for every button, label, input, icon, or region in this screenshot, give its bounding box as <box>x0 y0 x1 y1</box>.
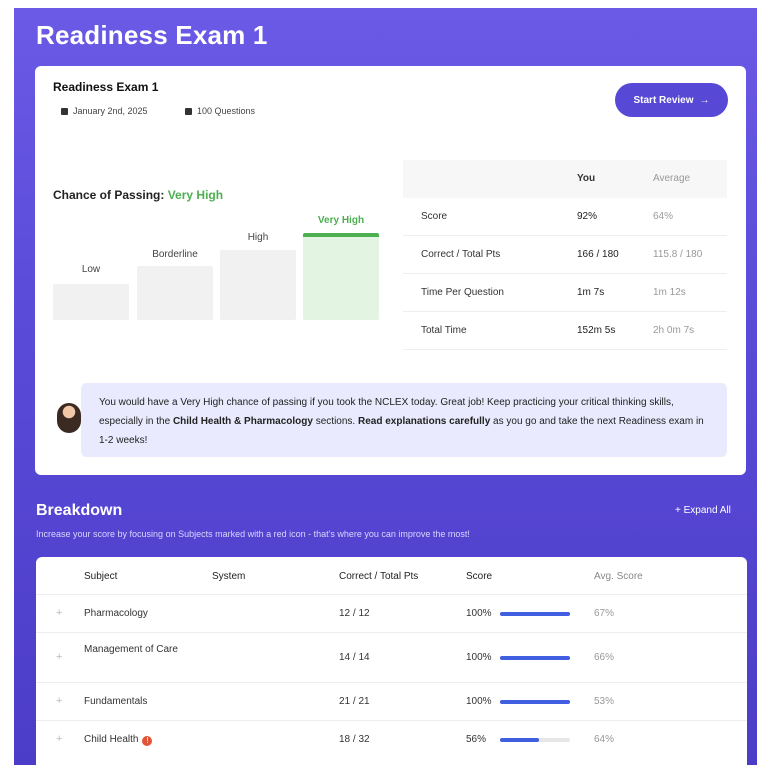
subject-cell: Management of Care <box>84 644 178 655</box>
avg-score-cell: 64% <box>594 734 615 745</box>
col-avg-score: Avg. Score <box>594 571 643 582</box>
score-cell: 100% <box>466 608 492 619</box>
stats-row-correct: Correct / Total Pts 166 / 180 115.8 / 18… <box>403 236 727 274</box>
alert-icon: ! <box>142 736 153 746</box>
chance-value: Very High <box>167 188 224 202</box>
expand-row-icon[interactable]: + <box>56 651 62 663</box>
coach-tip-message: You would have a Very High chance of pas… <box>81 383 727 457</box>
stats-header: You Average <box>403 160 727 198</box>
breakdown-subtitle: Increase your score by focusing on Subje… <box>36 529 470 539</box>
correct-cell: 12 / 12 <box>339 608 370 619</box>
col-correct: Correct / Total Pts <box>339 571 419 582</box>
subject-cell: Child Health! <box>84 734 153 746</box>
table-row[interactable]: + Child Health! 18 / 32 56% 64% <box>36 721 747 759</box>
start-review-label: Start Review <box>633 94 694 106</box>
expand-row-icon[interactable]: + <box>56 733 62 745</box>
avg-score-cell: 66% <box>594 652 615 663</box>
stats-you: 92% <box>577 211 598 222</box>
level-label-borderline: Borderline <box>152 249 198 260</box>
stats-label: Correct / Total Pts <box>421 249 501 260</box>
exam-date: January 2nd, 2025 <box>61 106 148 116</box>
stats-header-you: You <box>577 173 596 184</box>
stats-row-total-time: Total Time 152m 5s 2h 0m 7s <box>403 312 727 350</box>
score-cell: 100% <box>466 696 492 707</box>
avg-score-cell: 67% <box>594 608 615 619</box>
avg-score-cell: 53% <box>594 696 615 707</box>
score-progress-bar <box>500 700 570 704</box>
score-cell: 56% <box>466 734 487 745</box>
correct-cell: 14 / 14 <box>339 652 370 663</box>
stats-you: 166 / 180 <box>577 249 619 260</box>
table-row[interactable]: + Pharmacology 12 / 12 100% 67% <box>36 595 747 633</box>
level-label-very-high: Very High <box>317 215 365 226</box>
breakdown-table: Subject System Correct / Total Pts Score… <box>36 557 747 765</box>
tip-bold-subjects: Child Health & Pharmacology <box>172 416 313 427</box>
stats-header-average: Average <box>653 173 691 184</box>
tip-text: sections. <box>312 416 358 427</box>
table-row[interactable]: + Fundamentals 21 / 21 100% 53% <box>36 683 747 721</box>
subject-cell: Pharmacology <box>84 608 148 619</box>
stats-avg: 1m 12s <box>653 287 686 298</box>
breakdown-title: Breakdown <box>36 502 123 519</box>
chance-of-passing: Chance of Passing: Very High <box>53 188 223 202</box>
level-bar-high <box>220 250 296 320</box>
score-progress-bar <box>500 612 570 616</box>
exam-title: Readiness Exam 1 <box>53 80 159 94</box>
stats-you: 1m 7s <box>577 287 605 298</box>
expand-row-icon[interactable]: + <box>56 695 62 707</box>
coach-avatar <box>57 403 81 433</box>
expand-all-button[interactable]: + Expand All <box>675 505 731 516</box>
subject-cell: Fundamentals <box>84 696 148 707</box>
breakdown-table-header: Subject System Correct / Total Pts Score… <box>36 557 747 595</box>
col-score: Score <box>466 571 493 582</box>
start-review-button[interactable]: Start Review → <box>615 83 728 117</box>
col-subject: Subject <box>84 571 118 582</box>
exam-summary-card: Readiness Exam 1 January 2nd, 2025 100 Q… <box>35 66 746 475</box>
col-system: System <box>212 571 246 582</box>
score-cell: 100% <box>466 652 492 663</box>
score-progress-fill <box>500 738 540 742</box>
stats-label: Score <box>421 211 448 222</box>
level-bar-very-high <box>303 233 379 320</box>
stats-avg: 64% <box>653 211 674 222</box>
page-title: Readiness Exam 1 <box>36 20 268 50</box>
chance-label: Chance of Passing: <box>53 188 165 202</box>
tip-bold-advice: Read explanations carefully <box>358 416 491 427</box>
stats-avg: 115.8 / 180 <box>653 249 703 260</box>
calendar-icon <box>61 107 68 115</box>
question-icon <box>185 107 192 115</box>
correct-cell: 21 / 21 <box>339 696 370 707</box>
score-progress-bar <box>500 738 570 742</box>
score-progress-fill <box>500 612 570 616</box>
stats-label: Total Time <box>421 325 467 336</box>
stats-label: Time Per Question <box>421 287 504 298</box>
exam-question-count: 100 Questions <box>185 106 255 116</box>
arrow-right-icon: → <box>699 94 710 106</box>
level-bar-low <box>53 284 129 320</box>
exam-date-text: January 2nd, 2025 <box>73 106 148 116</box>
score-progress-fill <box>500 700 570 704</box>
level-label-low: Low <box>81 264 101 275</box>
score-progress-bar <box>500 656 570 660</box>
table-row[interactable]: + Management of Care 14 / 14 100% 66% <box>36 633 747 683</box>
level-label-high: High <box>247 232 269 243</box>
correct-cell: 18 / 32 <box>339 734 370 745</box>
level-bar-borderline <box>137 266 213 320</box>
page-frame: Readiness Exam 1 Readiness Exam 1 Januar… <box>14 8 757 765</box>
question-count-text: 100 Questions <box>197 106 256 116</box>
expand-row-icon[interactable]: + <box>56 607 62 619</box>
score-progress-fill <box>500 656 570 660</box>
stats-avg: 2h 0m 7s <box>653 325 695 336</box>
stats-row-score: Score 92% 64% <box>403 198 727 236</box>
stats-you: 152m 5s <box>577 325 616 336</box>
subject-text: Child Health <box>84 734 139 745</box>
stats-row-time-per-question: Time Per Question 1m 7s 1m 12s <box>403 274 727 312</box>
